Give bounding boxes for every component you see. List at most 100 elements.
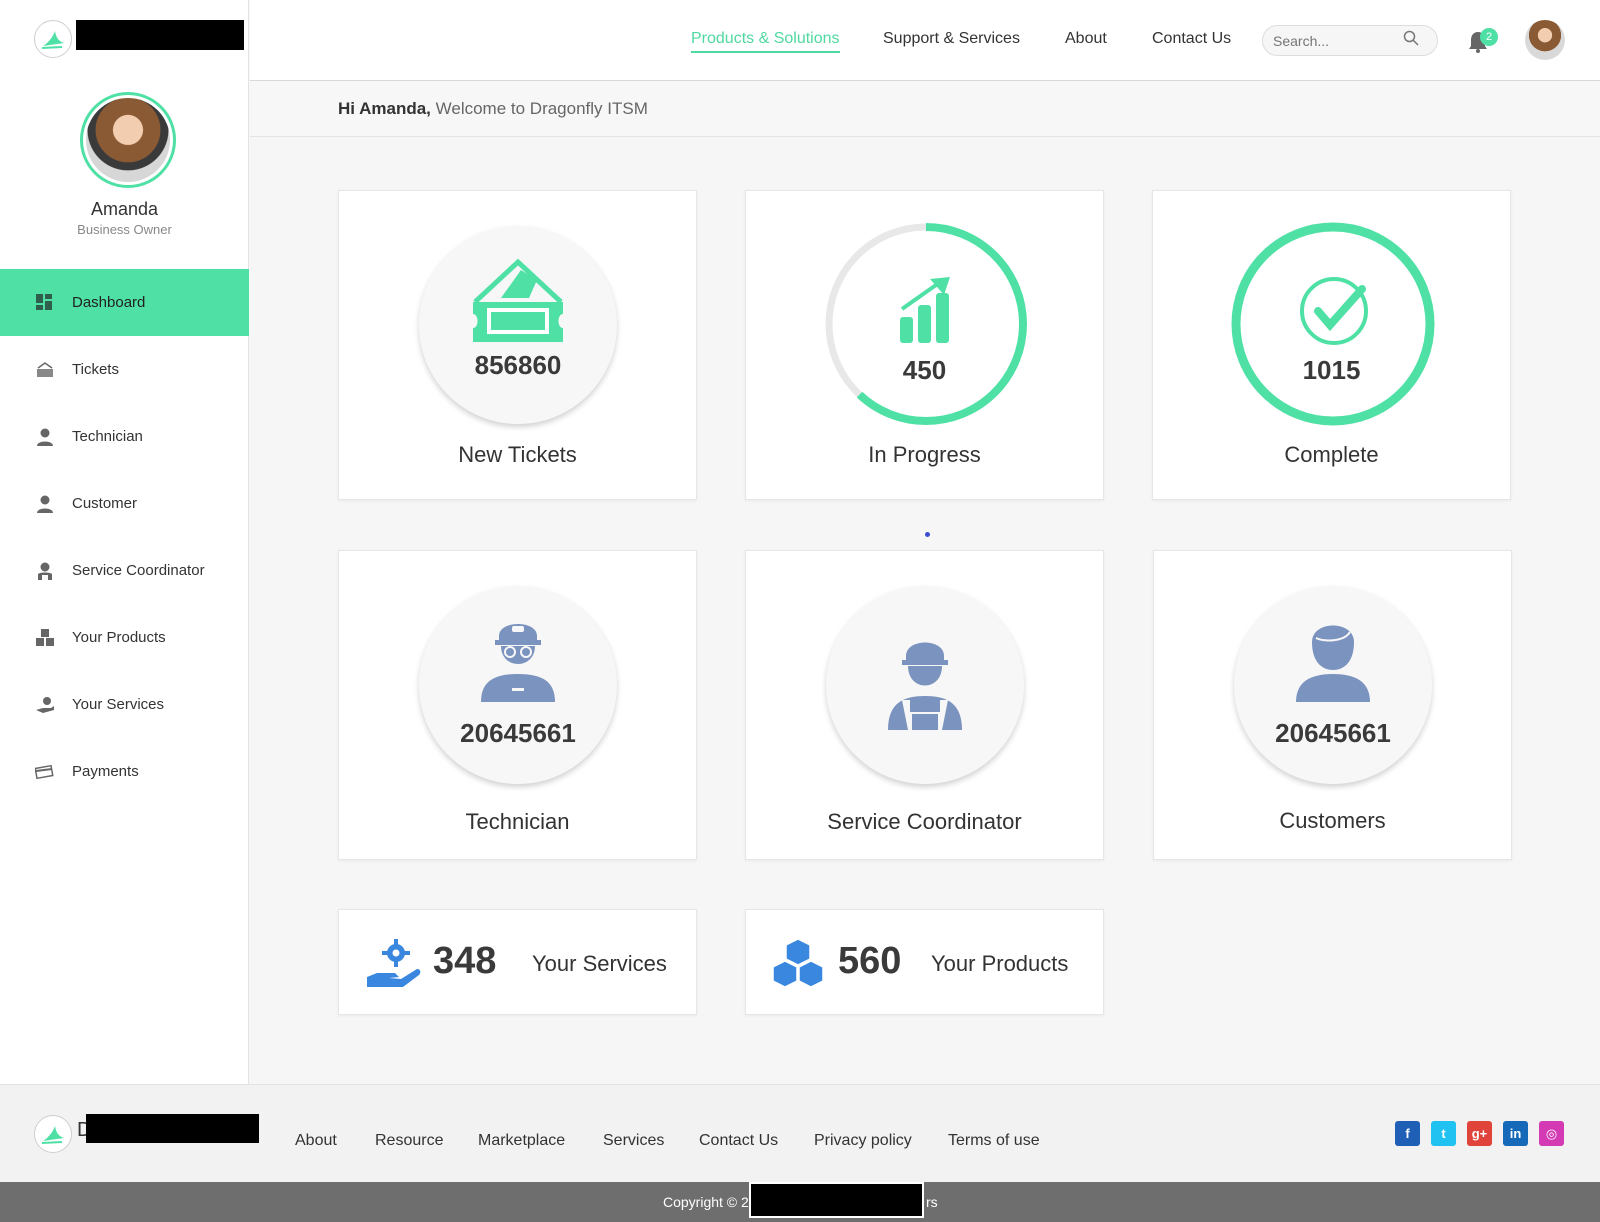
service-coordinator-card[interactable]: Service Coordinator [745,550,1104,860]
footer-link-privacy-policy[interactable]: Privacy policy [814,1132,912,1150]
dashboard-icon [34,292,56,314]
your-services-card[interactable]: 348 Your Services [338,909,697,1015]
new-tickets-count: 856860 [474,350,562,380]
redacted-brand-name [76,20,244,50]
technician-label: Technician [465,809,570,834]
sidebar-item-label: Technician [72,428,143,445]
google-plus-icon[interactable]: g+ [1467,1121,1492,1146]
dragonfly-logo-icon [34,20,72,58]
customer-icon [34,493,56,515]
sidebar-item-label: Service Coordinator [72,562,205,579]
brand-logo[interactable] [34,20,254,60]
footer: D About Resource Marketplace Services Co… [0,1084,1600,1182]
sidebar-item-label: Your Services [72,696,164,713]
in-progress-count: 450 [902,355,947,385]
sidebar-item-label: Tickets [72,361,119,378]
sidebar-item-your-products[interactable]: Your Products [0,604,249,671]
services-icon [34,694,56,716]
technician-card[interactable]: 20645661 Technician [338,550,697,860]
customer-icon [1296,625,1370,702]
sidebar-item-payments[interactable]: Payments [0,738,249,805]
sidebar-item-label: Your Products [72,629,166,646]
payments-icon [34,761,56,783]
in-progress-card[interactable]: 450 In Progress [745,190,1104,500]
nav-about[interactable]: About [1065,30,1107,48]
dragonfly-logo-icon[interactable] [34,1115,72,1153]
products-cubes-icon [772,938,824,988]
products-icon [34,627,56,649]
welcome-bar: Hi Amanda, Welcome to Dragonfly ITSM [250,81,1600,137]
your-products-card[interactable]: 560 Your Products [745,909,1104,1015]
new-tickets-card[interactable]: 856860 New Tickets [338,190,697,500]
footer-link-marketplace[interactable]: Marketplace [478,1132,565,1150]
notification-badge: 2 [1480,28,1498,46]
avatar [86,98,170,182]
sidebar-item-label: Customer [72,495,138,512]
complete-card[interactable]: 1015 Complete [1152,190,1511,500]
user-avatar[interactable] [1525,20,1565,60]
facebook-icon[interactable]: f [1395,1121,1420,1146]
ticket-icon [473,258,563,342]
sidebar-nav: Dashboard Tickets Technician Customer Se… [0,269,249,805]
nav-products-solutions[interactable]: Products & Solutions [691,30,840,53]
top-header: Products & Solutions Support & Services … [250,0,1600,81]
footer-link-contact-us[interactable]: Contact Us [699,1132,778,1150]
ticket-icon [34,359,56,381]
in-progress-label: In Progress [868,442,981,467]
your-services-count: 348 [433,940,497,982]
copyright-text: Copyright © 2 [663,1194,749,1210]
checkmark-icon [1300,277,1368,345]
complete-count: 1015 [1302,355,1361,385]
search-input[interactable] [1273,32,1403,49]
footer-link-resource[interactable]: Resource [375,1132,443,1150]
twitter-icon[interactable]: t [1431,1121,1456,1146]
technician-icon [481,624,555,702]
nav-contact-us[interactable]: Contact Us [1152,30,1231,48]
stat-circle: 20645661 [1234,586,1432,784]
sidebar: Amanda Business Owner Dashboard Tickets … [0,0,249,1084]
your-products-count: 560 [838,940,902,982]
sidebar-item-label: Dashboard [72,294,146,311]
linkedin-icon[interactable]: in [1503,1121,1528,1146]
copyright-suffix: rs [926,1194,938,1210]
customers-count: 20645661 [1275,718,1391,748]
instagram-icon[interactable]: ◎ [1539,1121,1564,1146]
welcome-greeting: Hi Amanda, [338,99,431,118]
service-coordinator-label: Service Coordinator [827,809,1022,834]
service-coordinator-icon [888,642,962,730]
profile-role: Business Owner [77,222,172,237]
stat-circle: 856860 [419,226,617,424]
complete-label: Complete [1284,442,1379,467]
sidebar-item-label: Payments [72,763,139,780]
customers-card[interactable]: 20645661 Customers [1153,550,1512,860]
sidebar-item-tickets[interactable]: Tickets [0,336,249,403]
stat-circle [826,586,1024,784]
sidebar-item-dashboard[interactable]: Dashboard [0,269,249,336]
services-gear-icon [367,939,421,987]
footer-link-services[interactable]: Services [603,1132,664,1150]
redacted-brand-name [86,1114,259,1143]
carousel-dot[interactable] [925,532,930,537]
sidebar-item-service-coordinator[interactable]: Service Coordinator [0,537,249,604]
redacted-copyright [749,1182,924,1218]
service-coordinator-icon [34,560,56,582]
footer-link-about[interactable]: About [295,1132,337,1150]
welcome-message: Hi Amanda, Welcome to Dragonfly ITSM [338,99,648,119]
your-services-label: Your Services [532,951,667,976]
new-tickets-label: New Tickets [458,442,577,467]
your-products-label: Your Products [931,951,1069,976]
copyright-bar: Copyright © 2 rs [0,1182,1600,1222]
search-icon[interactable] [1403,30,1419,51]
search-box [1262,25,1438,56]
sidebar-item-technician[interactable]: Technician [0,403,249,470]
sidebar-item-your-services[interactable]: Your Services [0,671,249,738]
stat-circle: 20645661 [419,586,617,784]
welcome-text: Welcome to Dragonfly ITSM [435,99,648,118]
profile-name: Amanda [90,199,159,219]
customers-label: Customers [1279,808,1386,833]
technician-count: 20645661 [460,718,576,748]
sidebar-item-customer[interactable]: Customer [0,470,249,537]
profile-avatar[interactable] [80,92,176,188]
footer-link-terms-of-use[interactable]: Terms of use [948,1132,1040,1150]
nav-support-services[interactable]: Support & Services [883,30,1020,48]
